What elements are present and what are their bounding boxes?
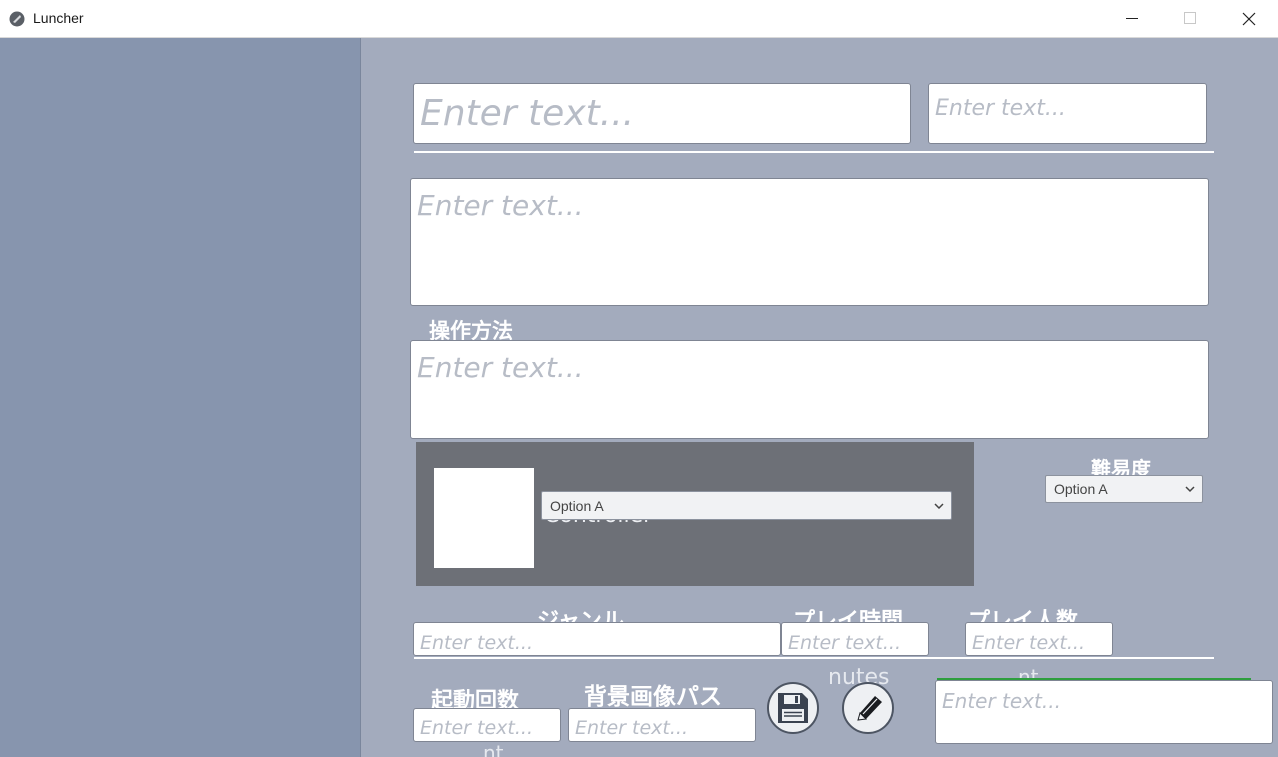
close-icon [1242, 12, 1256, 26]
controller-select-value: Option A [550, 497, 604, 514]
pencil-icon [857, 696, 882, 721]
play-time-input[interactable] [781, 622, 929, 656]
maximize-icon [1184, 12, 1196, 24]
controller-image [434, 468, 534, 568]
chevron-down-icon [1185, 486, 1195, 493]
description-input[interactable] [410, 178, 1209, 306]
subtitle-input[interactable] [928, 83, 1207, 144]
edit-button[interactable] [842, 682, 894, 734]
difficulty-select-value: Option A [1054, 481, 1108, 497]
title-input[interactable] [413, 83, 911, 144]
maximize-button[interactable] [1161, 0, 1219, 38]
window-titlebar: Luncher [0, 0, 1278, 38]
save-button[interactable] [767, 682, 819, 734]
controller-panel: Controller Option A [416, 442, 974, 586]
app-logo-icon [9, 11, 25, 27]
game-editor-panel: 操作方法 Controller Option A 難易度 Option A ジャ… [361, 38, 1278, 757]
launch-count-unit: nt [483, 741, 504, 757]
launch-count-input[interactable] [413, 708, 561, 742]
controller-select[interactable]: Option A [541, 491, 952, 520]
controls-input[interactable] [410, 340, 1209, 439]
chevron-down-icon [934, 502, 944, 509]
sidebar [0, 38, 361, 757]
minimize-icon [1126, 18, 1138, 19]
minimize-button[interactable] [1103, 0, 1161, 38]
details-divider [414, 657, 1214, 659]
difficulty-select[interactable]: Option A [1045, 475, 1203, 503]
title-divider [414, 151, 1214, 153]
background-path-input[interactable] [568, 708, 756, 742]
genre-input[interactable] [413, 622, 781, 656]
window-title: Luncher [33, 10, 84, 26]
notes-input[interactable] [935, 680, 1273, 744]
floppy-disk-icon [778, 693, 808, 723]
close-button[interactable] [1220, 0, 1278, 38]
players-input[interactable] [965, 622, 1113, 656]
background-path-label: 背景画像パス [584, 684, 722, 710]
